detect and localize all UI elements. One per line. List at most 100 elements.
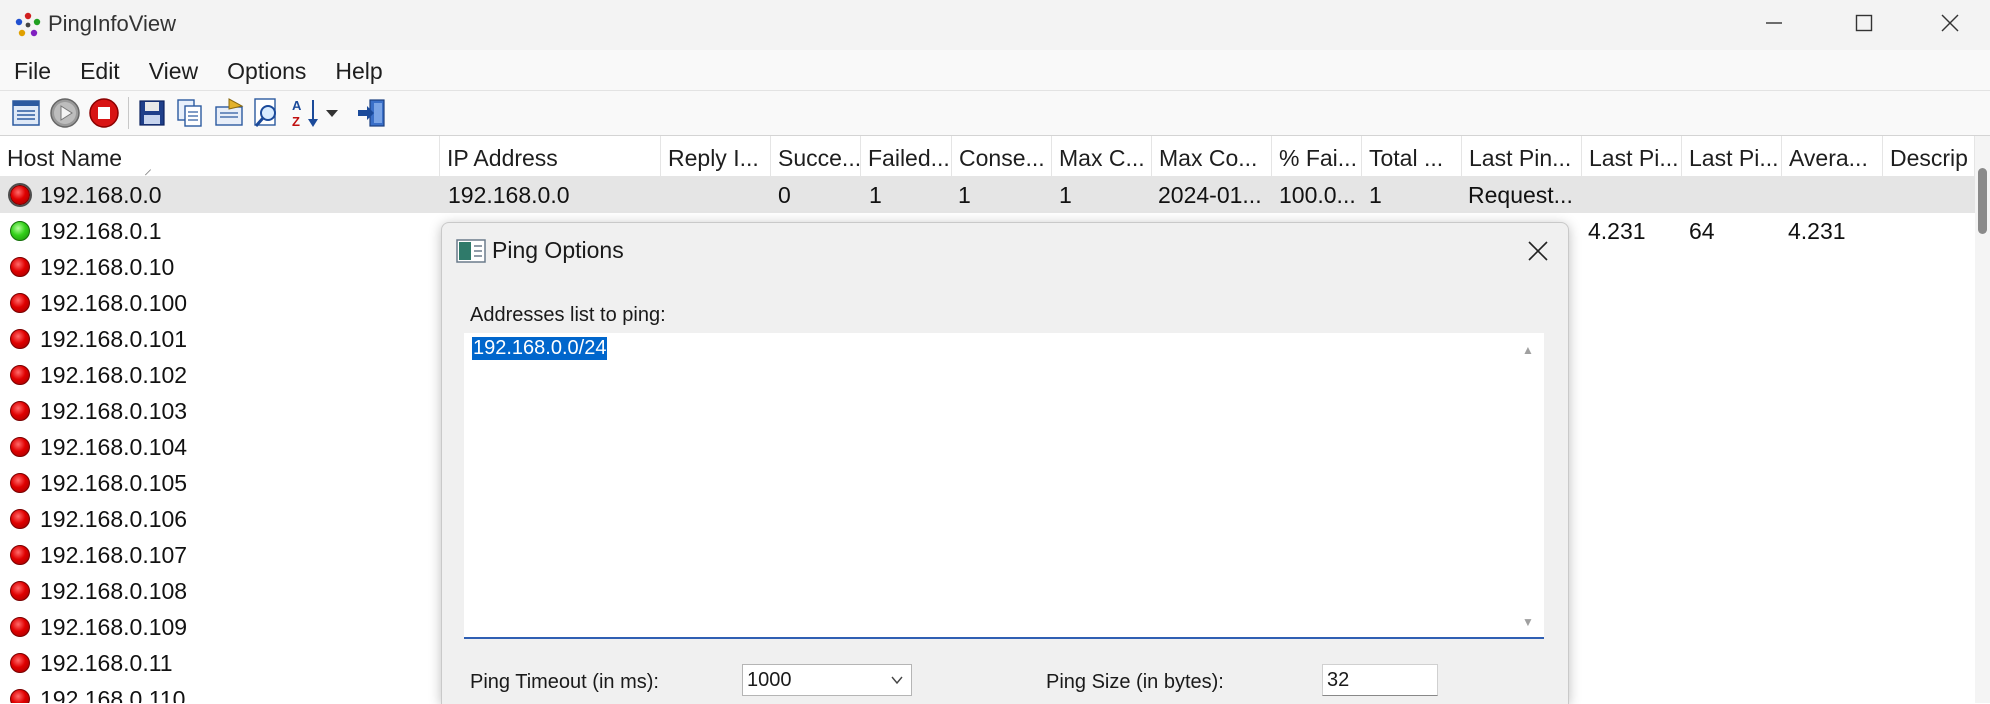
dialog-close-button[interactable]: [1518, 231, 1558, 271]
status-failed-icon: [10, 581, 30, 601]
minimize-icon: [1766, 22, 1782, 24]
menu-edit[interactable]: Edit: [68, 50, 132, 90]
cell-host: 192.168.0.104: [40, 434, 188, 460]
ping-timeout-value: 1000: [747, 669, 792, 691]
window-title: PingInfoView: [48, 11, 177, 36]
status-failed-icon: [10, 617, 30, 637]
list-icon[interactable]: [8, 95, 44, 131]
status-failed-icon: [10, 329, 30, 349]
dialog-title-bar: Ping Options: [442, 223, 1568, 279]
maximize-icon: [1855, 14, 1873, 32]
status-failed-icon: [8, 183, 32, 207]
close-button[interactable]: [1910, 0, 1990, 46]
dropdown-arrow-icon[interactable]: [322, 95, 342, 131]
column-header-host-name[interactable]: Host Name ⸝: [0, 136, 440, 176]
chevron-down-icon: [891, 676, 903, 685]
column-header-reply-ip[interactable]: Reply I...: [661, 136, 771, 176]
cell-host: 192.168.0.109: [40, 614, 188, 640]
title-bar: PingInfoView: [0, 0, 1990, 50]
column-header-max-c[interactable]: Max C...: [1052, 136, 1152, 176]
close-icon: [1528, 241, 1548, 261]
options-icon[interactable]: [211, 95, 247, 131]
exit-icon[interactable]: [354, 95, 390, 131]
find-icon[interactable]: [249, 95, 285, 131]
toolbar: A Z: [0, 91, 1990, 136]
scrollbar-thumb[interactable]: [1978, 168, 1987, 234]
vertical-scrollbar[interactable]: [1975, 136, 1990, 703]
cell-max-co: 2024-01...: [1158, 182, 1262, 208]
menu-bar: File Edit View Options Help: [0, 50, 1990, 91]
status-failed-icon: [10, 545, 30, 565]
minimize-button[interactable]: [1728, 0, 1820, 46]
menu-help[interactable]: Help: [323, 50, 394, 90]
ping-timeout-select[interactable]: 1000: [742, 664, 912, 696]
cell-host: 192.168.0.106: [40, 506, 188, 532]
copy-icon[interactable]: [172, 95, 208, 131]
cell-pct-failed: 100.0...: [1279, 182, 1356, 208]
column-header-total[interactable]: Total ...: [1362, 136, 1462, 176]
cell-total: 1: [1369, 182, 1382, 208]
scroll-up-arrow-icon[interactable]: ▲: [1522, 343, 1534, 357]
cell-host: 192.168.0.108: [40, 578, 188, 604]
sort-icon[interactable]: A Z: [289, 95, 325, 131]
menu-file[interactable]: File: [2, 50, 63, 90]
menu-options[interactable]: Options: [215, 50, 318, 90]
dialog-title: Ping Options: [492, 237, 624, 263]
status-failed-icon: [10, 509, 30, 529]
toolbar-separator: [128, 97, 129, 129]
status-failed-icon: [10, 365, 30, 385]
cell-host: 192.168.0.11: [40, 650, 173, 676]
menu-view[interactable]: View: [137, 50, 210, 90]
cell-host: 192.168.0.100: [40, 290, 188, 316]
status-failed-icon: [10, 473, 30, 493]
ping-size-label: Ping Size (in bytes):: [1046, 671, 1224, 693]
cell-host: 192.168.0.107: [40, 542, 188, 568]
column-header-last-ping-status[interactable]: Last Pin...: [1462, 136, 1582, 176]
cell-max-c: 1: [1059, 182, 1072, 208]
save-icon[interactable]: [134, 95, 170, 131]
cell-host: 192.168.0.110: [40, 686, 186, 703]
ping-size-value: 32: [1327, 669, 1350, 691]
status-ok-icon: [10, 221, 30, 241]
cell-host: 192.168.0.10: [40, 254, 175, 280]
ping-timeout-label: Ping Timeout (in ms):: [470, 671, 659, 693]
cell-host: 192.168.0.1: [40, 218, 162, 244]
textarea-scrollbar[interactable]: ▲ ▼: [1510, 333, 1544, 637]
column-header-ip-address[interactable]: IP Address: [440, 136, 661, 176]
sort-indicator-icon: ⸝: [144, 161, 153, 176]
column-header-average[interactable]: Avera...: [1782, 136, 1883, 176]
status-failed-icon: [10, 257, 30, 277]
column-header-succeeded[interactable]: Succe...: [771, 136, 861, 176]
svg-text:Z: Z: [292, 114, 300, 129]
table-row[interactable]: 192.168.0.0 192.168.0.0 0 1 1 1 2024-01... 100.…: [0, 177, 1975, 213]
status-failed-icon: [10, 293, 30, 313]
cell-average: 4.231: [1788, 218, 1846, 244]
column-header-description[interactable]: Descrip: [1883, 136, 1975, 176]
cell-last-ping-status: Request...: [1468, 182, 1573, 208]
maximize-button[interactable]: [1818, 0, 1910, 46]
column-header-failed[interactable]: Failed...: [861, 136, 952, 176]
status-failed-icon: [10, 401, 30, 421]
column-header-consecutive[interactable]: Conse...: [952, 136, 1052, 176]
column-header-last-ping-2[interactable]: Last Pi...: [1682, 136, 1782, 176]
status-failed-icon: [10, 437, 30, 457]
addresses-textarea[interactable]: 192.168.0.0/24 ▲ ▼: [464, 333, 1544, 639]
addresses-text: 192.168.0.0/24: [472, 337, 608, 360]
addresses-label: Addresses list to ping:: [470, 304, 666, 326]
cell-host: 192.168.0.102: [40, 362, 188, 388]
cell-consecutive: 1: [958, 182, 971, 208]
start-icon[interactable]: [47, 95, 83, 131]
close-icon: [1941, 14, 1959, 32]
column-header-max-co[interactable]: Max Co...: [1152, 136, 1272, 176]
status-failed-icon: [10, 653, 30, 673]
cell-last-pi-2: 64: [1689, 218, 1715, 244]
column-header-pct-failed[interactable]: % Fai...: [1272, 136, 1362, 176]
scroll-down-arrow-icon[interactable]: ▼: [1522, 615, 1534, 629]
cell-last-pi-1: 4.231: [1588, 218, 1646, 244]
column-header-last-ping-1[interactable]: Last Pi...: [1582, 136, 1682, 176]
cell-host: 192.168.0.0: [40, 182, 162, 208]
stop-icon[interactable]: [86, 95, 122, 131]
dialog-icon: [456, 239, 486, 263]
ping-size-input[interactable]: 32: [1322, 664, 1438, 696]
cell-host: 192.168.0.103: [40, 398, 188, 424]
